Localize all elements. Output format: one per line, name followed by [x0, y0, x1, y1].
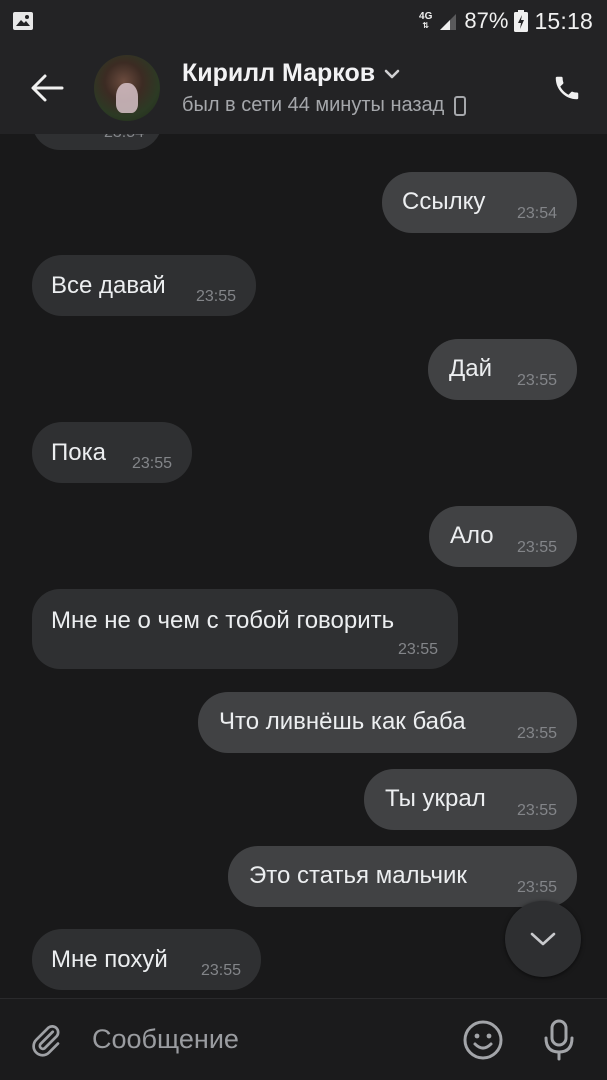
signal-icon [440, 14, 457, 30]
message-text: Ало [450, 522, 494, 549]
avatar[interactable] [94, 55, 160, 121]
status-bar-left [12, 11, 34, 31]
message-bubble-outgoing[interactable]: Ало 23:55 [429, 506, 577, 567]
message-bubble-incoming[interactable]: 23:54 [32, 134, 162, 150]
message-text: Мне похуй [51, 946, 168, 973]
smile-icon [463, 1020, 503, 1059]
call-button[interactable] [527, 42, 607, 134]
arrow-left-icon [31, 74, 64, 102]
network-type-label: 4G ⇅ [419, 11, 433, 31]
clock: 15:18 [534, 7, 593, 34]
back-button[interactable] [0, 42, 94, 134]
message-text: Мне не о чем с тобой говорить [51, 607, 395, 634]
phone-device-icon [454, 95, 467, 116]
message-time: 23:54 [104, 134, 144, 142]
phone-icon [555, 76, 579, 100]
battery-charging-icon [514, 10, 529, 32]
message-bubble-outgoing[interactable]: Дай 23:55 [428, 339, 577, 400]
message-bubble-incoming[interactable]: Пока 23:55 [32, 422, 192, 483]
contact-name: Кирилл Марков [182, 59, 376, 87]
message-bubble-incoming[interactable]: Все давай 23:55 [32, 255, 256, 316]
message-time: 23:55 [516, 879, 557, 896]
message-bubble-incoming[interactable]: Мне похуй 23:55 [32, 929, 261, 990]
chevron-down-icon [530, 932, 556, 946]
message-text: Ссылку [402, 188, 486, 215]
message-time: 23:55 [200, 962, 241, 979]
message-bubble-outgoing[interactable]: Что ливнёшь как баба 23:55 [198, 692, 577, 753]
last-seen-status: был в сети 44 минуты назад [182, 94, 445, 116]
message-time: 23:54 [516, 205, 557, 222]
status-bar-right: 4G ⇅ 87% 15:18 [419, 8, 593, 35]
message-text: Что ливнёшь как баба [219, 708, 466, 735]
message-text: Это статья мальчик [249, 862, 467, 889]
message-text: Пока [51, 439, 106, 466]
message-text: Все давай [51, 272, 166, 299]
message-time: 23:55 [516, 802, 557, 819]
status-bar: 4G ⇅ 87% 15:18 [0, 0, 607, 42]
microphone-icon [544, 1019, 574, 1060]
chevron-down-icon [384, 69, 400, 78]
scroll-to-bottom-button[interactable] [505, 901, 581, 977]
paperclip-icon [32, 1024, 60, 1057]
message-input[interactable] [92, 1009, 455, 1070]
voice-message-button[interactable] [531, 999, 587, 1080]
message-text: Дай [449, 355, 493, 382]
emoji-button[interactable] [455, 999, 511, 1080]
message-time: 23:55 [397, 641, 438, 658]
attach-button[interactable] [0, 999, 92, 1080]
message-time: 23:55 [516, 372, 557, 389]
chat-header: Кирилл Марков был в сети 44 минуты назад [0, 42, 607, 134]
message-text: Ты украл [385, 785, 486, 812]
battery-percent: 87% [464, 8, 509, 33]
message-time: 23:55 [131, 455, 172, 472]
message-composer [0, 998, 607, 1080]
message-time: 23:55 [516, 539, 557, 556]
message-time: 23:55 [516, 725, 557, 742]
message-list[interactable]: 23:54 Ссылку 23:54 Все давай 23:55 Дай 2… [0, 134, 607, 998]
message-time: 23:55 [195, 288, 236, 305]
gallery-notification-icon [13, 12, 33, 30]
message-bubble-incoming[interactable]: Мне не о чем с тобой говорить 23:55 [32, 589, 458, 669]
message-bubble-outgoing[interactable]: Ты украл 23:55 [364, 769, 577, 830]
contact-info[interactable]: Кирилл Марков был в сети 44 минуты назад [182, 59, 527, 117]
message-bubble-outgoing[interactable]: Это статья мальчик 23:55 [228, 846, 577, 907]
message-bubble-outgoing[interactable]: Ссылку 23:54 [382, 172, 577, 233]
